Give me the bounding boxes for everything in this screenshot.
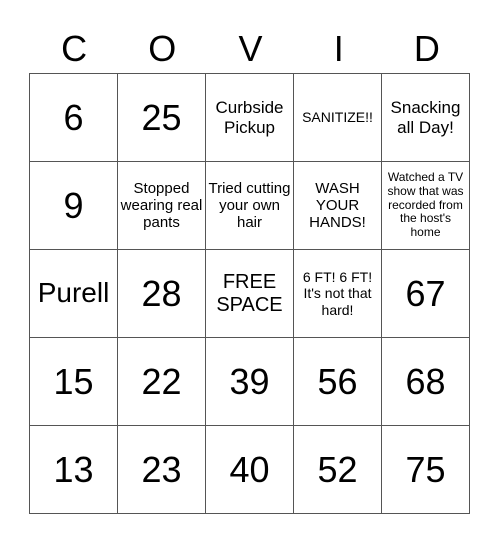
card-row: 6 25 Curbside Pickup SANITIZE!! Snacking…: [29, 73, 470, 162]
bingo-cell[interactable]: 23: [117, 425, 206, 514]
bingo-cell[interactable]: SANITIZE!!: [293, 73, 382, 162]
bingo-cell[interactable]: 9: [29, 161, 118, 250]
free-space-cell[interactable]: FREE SPACE: [205, 249, 294, 338]
bingo-cell[interactable]: 28: [117, 249, 206, 338]
header-letter: D: [413, 28, 440, 69]
bingo-cell[interactable]: 52: [293, 425, 382, 514]
bingo-cell[interactable]: 39: [205, 337, 294, 426]
bingo-header: C O V I D: [30, 24, 471, 74]
bingo-cell[interactable]: 6 FT! 6 FT! It's not that hard!: [293, 249, 382, 338]
bingo-cell[interactable]: Purell: [29, 249, 118, 338]
bingo-cell[interactable]: 67: [381, 249, 470, 338]
header-letter: C: [61, 28, 88, 69]
header-letter: O: [148, 28, 177, 69]
bingo-cell[interactable]: Watched a TV show that was recorded from…: [381, 161, 470, 250]
bingo-cell[interactable]: 75: [381, 425, 470, 514]
bingo-cell[interactable]: 68: [381, 337, 470, 426]
bingo-cell[interactable]: 15: [29, 337, 118, 426]
card-row: 13 23 40 52 75: [29, 425, 470, 514]
bingo-cell[interactable]: 22: [117, 337, 206, 426]
bingo-cell[interactable]: Snacking all Day!: [381, 73, 470, 162]
bingo-cell[interactable]: 13: [29, 425, 118, 514]
bingo-cell[interactable]: 6: [29, 73, 118, 162]
bingo-cell[interactable]: WASH YOUR HANDS!: [293, 161, 382, 250]
bingo-cell[interactable]: Tried cutting your own hair: [205, 161, 294, 250]
card-row: 15 22 39 56 68: [29, 337, 470, 426]
card-row: Purell 28 FREE SPACE 6 FT! 6 FT! It's no…: [29, 249, 470, 338]
bingo-cell[interactable]: Stopped wearing real pants: [117, 161, 206, 250]
bingo-card: 6 25 Curbside Pickup SANITIZE!! Snacking…: [29, 73, 470, 514]
bingo-cell[interactable]: 40: [205, 425, 294, 514]
bingo-cell[interactable]: 56: [293, 337, 382, 426]
bingo-cell[interactable]: Curbside Pickup: [205, 73, 294, 162]
card-row: 9 Stopped wearing real pants Tried cutti…: [29, 161, 470, 250]
bingo-cell[interactable]: 25: [117, 73, 206, 162]
header-letter: I: [333, 28, 344, 69]
header-letter: V: [238, 28, 263, 69]
